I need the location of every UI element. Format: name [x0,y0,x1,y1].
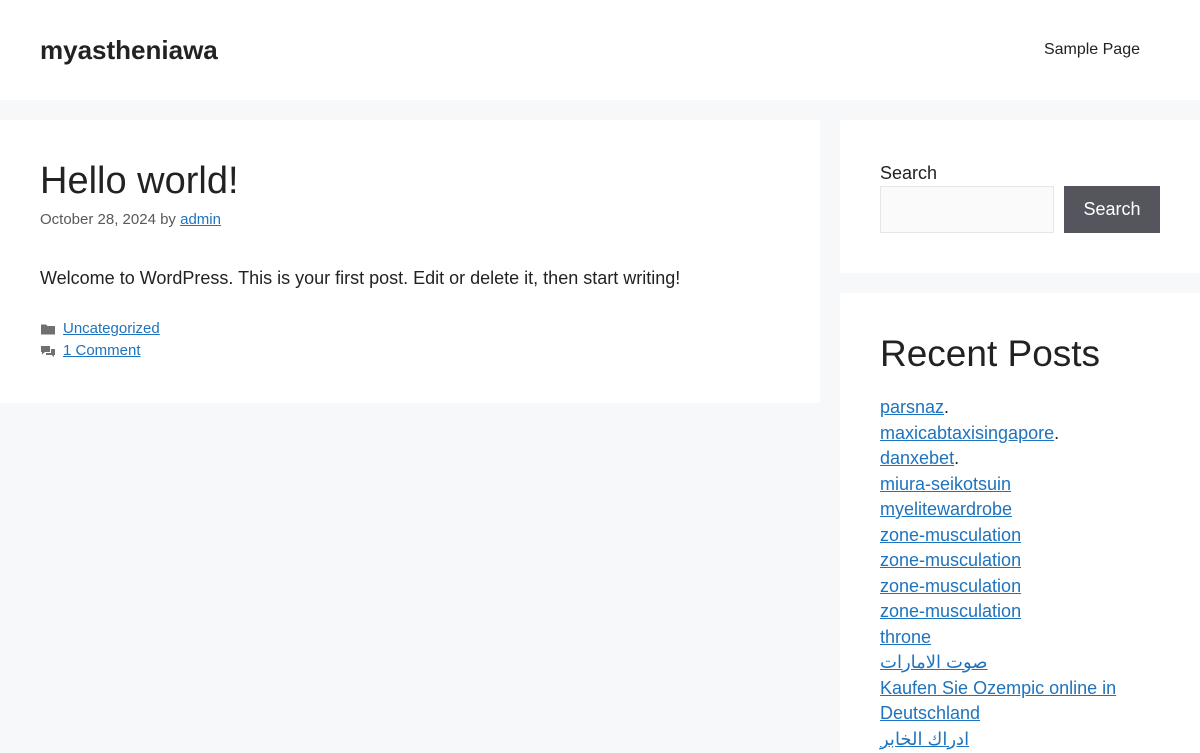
post-by: by [160,211,176,228]
recent-post-link[interactable]: miura-seikotsuin [880,474,1011,494]
list-item: صوت الامارات [880,650,1160,676]
list-item: myelitewardrobe [880,497,1160,523]
recent-post-link[interactable]: myelitewardrobe [880,499,1012,519]
list-item: zone-musculation [880,523,1160,549]
recent-post-suffix: . [954,448,960,468]
post-title[interactable]: Hello world! [40,156,239,206]
list-item: maxicabtaxisingapore. [880,421,1160,447]
list-item: parsnaz. [880,395,1160,421]
nav-sample-page[interactable]: Sample Page [1044,38,1140,62]
recent-post-link[interactable]: danxebet [880,448,954,468]
search-input[interactable] [880,186,1054,233]
recent-posts-list: parsnaz. maxicabtaxisingapore. danxebet.… [880,395,1160,752]
recent-post-link[interactable]: zone-musculation [880,576,1021,596]
list-item: miura-seikotsuin [880,472,1160,498]
recent-post-link[interactable]: zone-musculation [880,601,1021,621]
post-comments: 1 Comment [40,340,141,362]
list-item: Kaufen Sie Ozempic online in Deutschland [880,676,1160,727]
recent-post-link[interactable]: parsnaz [880,397,944,417]
post-category: Uncategorized [40,318,160,340]
folder-icon [40,321,56,337]
post-content: Welcome to WordPress. This is your first… [40,268,681,288]
recent-post-link[interactable]: maxicabtaxisingapore [880,423,1054,443]
site-header: myastheniawa Sample Page [0,0,1200,100]
recent-post-suffix: . [944,397,950,417]
recent-post-link[interactable]: throne [880,627,931,647]
recent-posts-title: Recent Posts [880,333,1101,374]
search-label: Search [880,163,938,183]
list-item: danxebet. [880,446,1160,472]
post-author-link[interactable]: admin [180,211,221,228]
post-date: October 28, 2024 [40,211,156,228]
recent-post-link[interactable]: صوت الامارات [880,652,988,672]
comments-link[interactable]: 1 Comment [63,340,141,362]
post-meta: October 28, 2024 by admin [40,209,221,231]
list-item: ادراك الخابر [880,727,1160,753]
site-title-link[interactable]: myastheniawa [40,32,218,68]
list-item: zone-musculation [880,599,1160,625]
category-link[interactable]: Uncategorized [63,318,160,340]
list-item: zone-musculation [880,548,1160,574]
recent-post-link[interactable]: zone-musculation [880,550,1021,570]
list-item: throne [880,625,1160,651]
recent-post-link[interactable]: Kaufen Sie Ozempic online in Deutschland [880,678,1116,724]
comments-icon [40,343,56,359]
recent-post-link[interactable]: ادراك الخابر [880,729,969,749]
search-button[interactable]: Search [1064,186,1160,233]
recent-post-link[interactable]: zone-musculation [880,525,1021,545]
recent-post-suffix: . [1054,422,1060,443]
list-item: zone-musculation [880,574,1160,600]
